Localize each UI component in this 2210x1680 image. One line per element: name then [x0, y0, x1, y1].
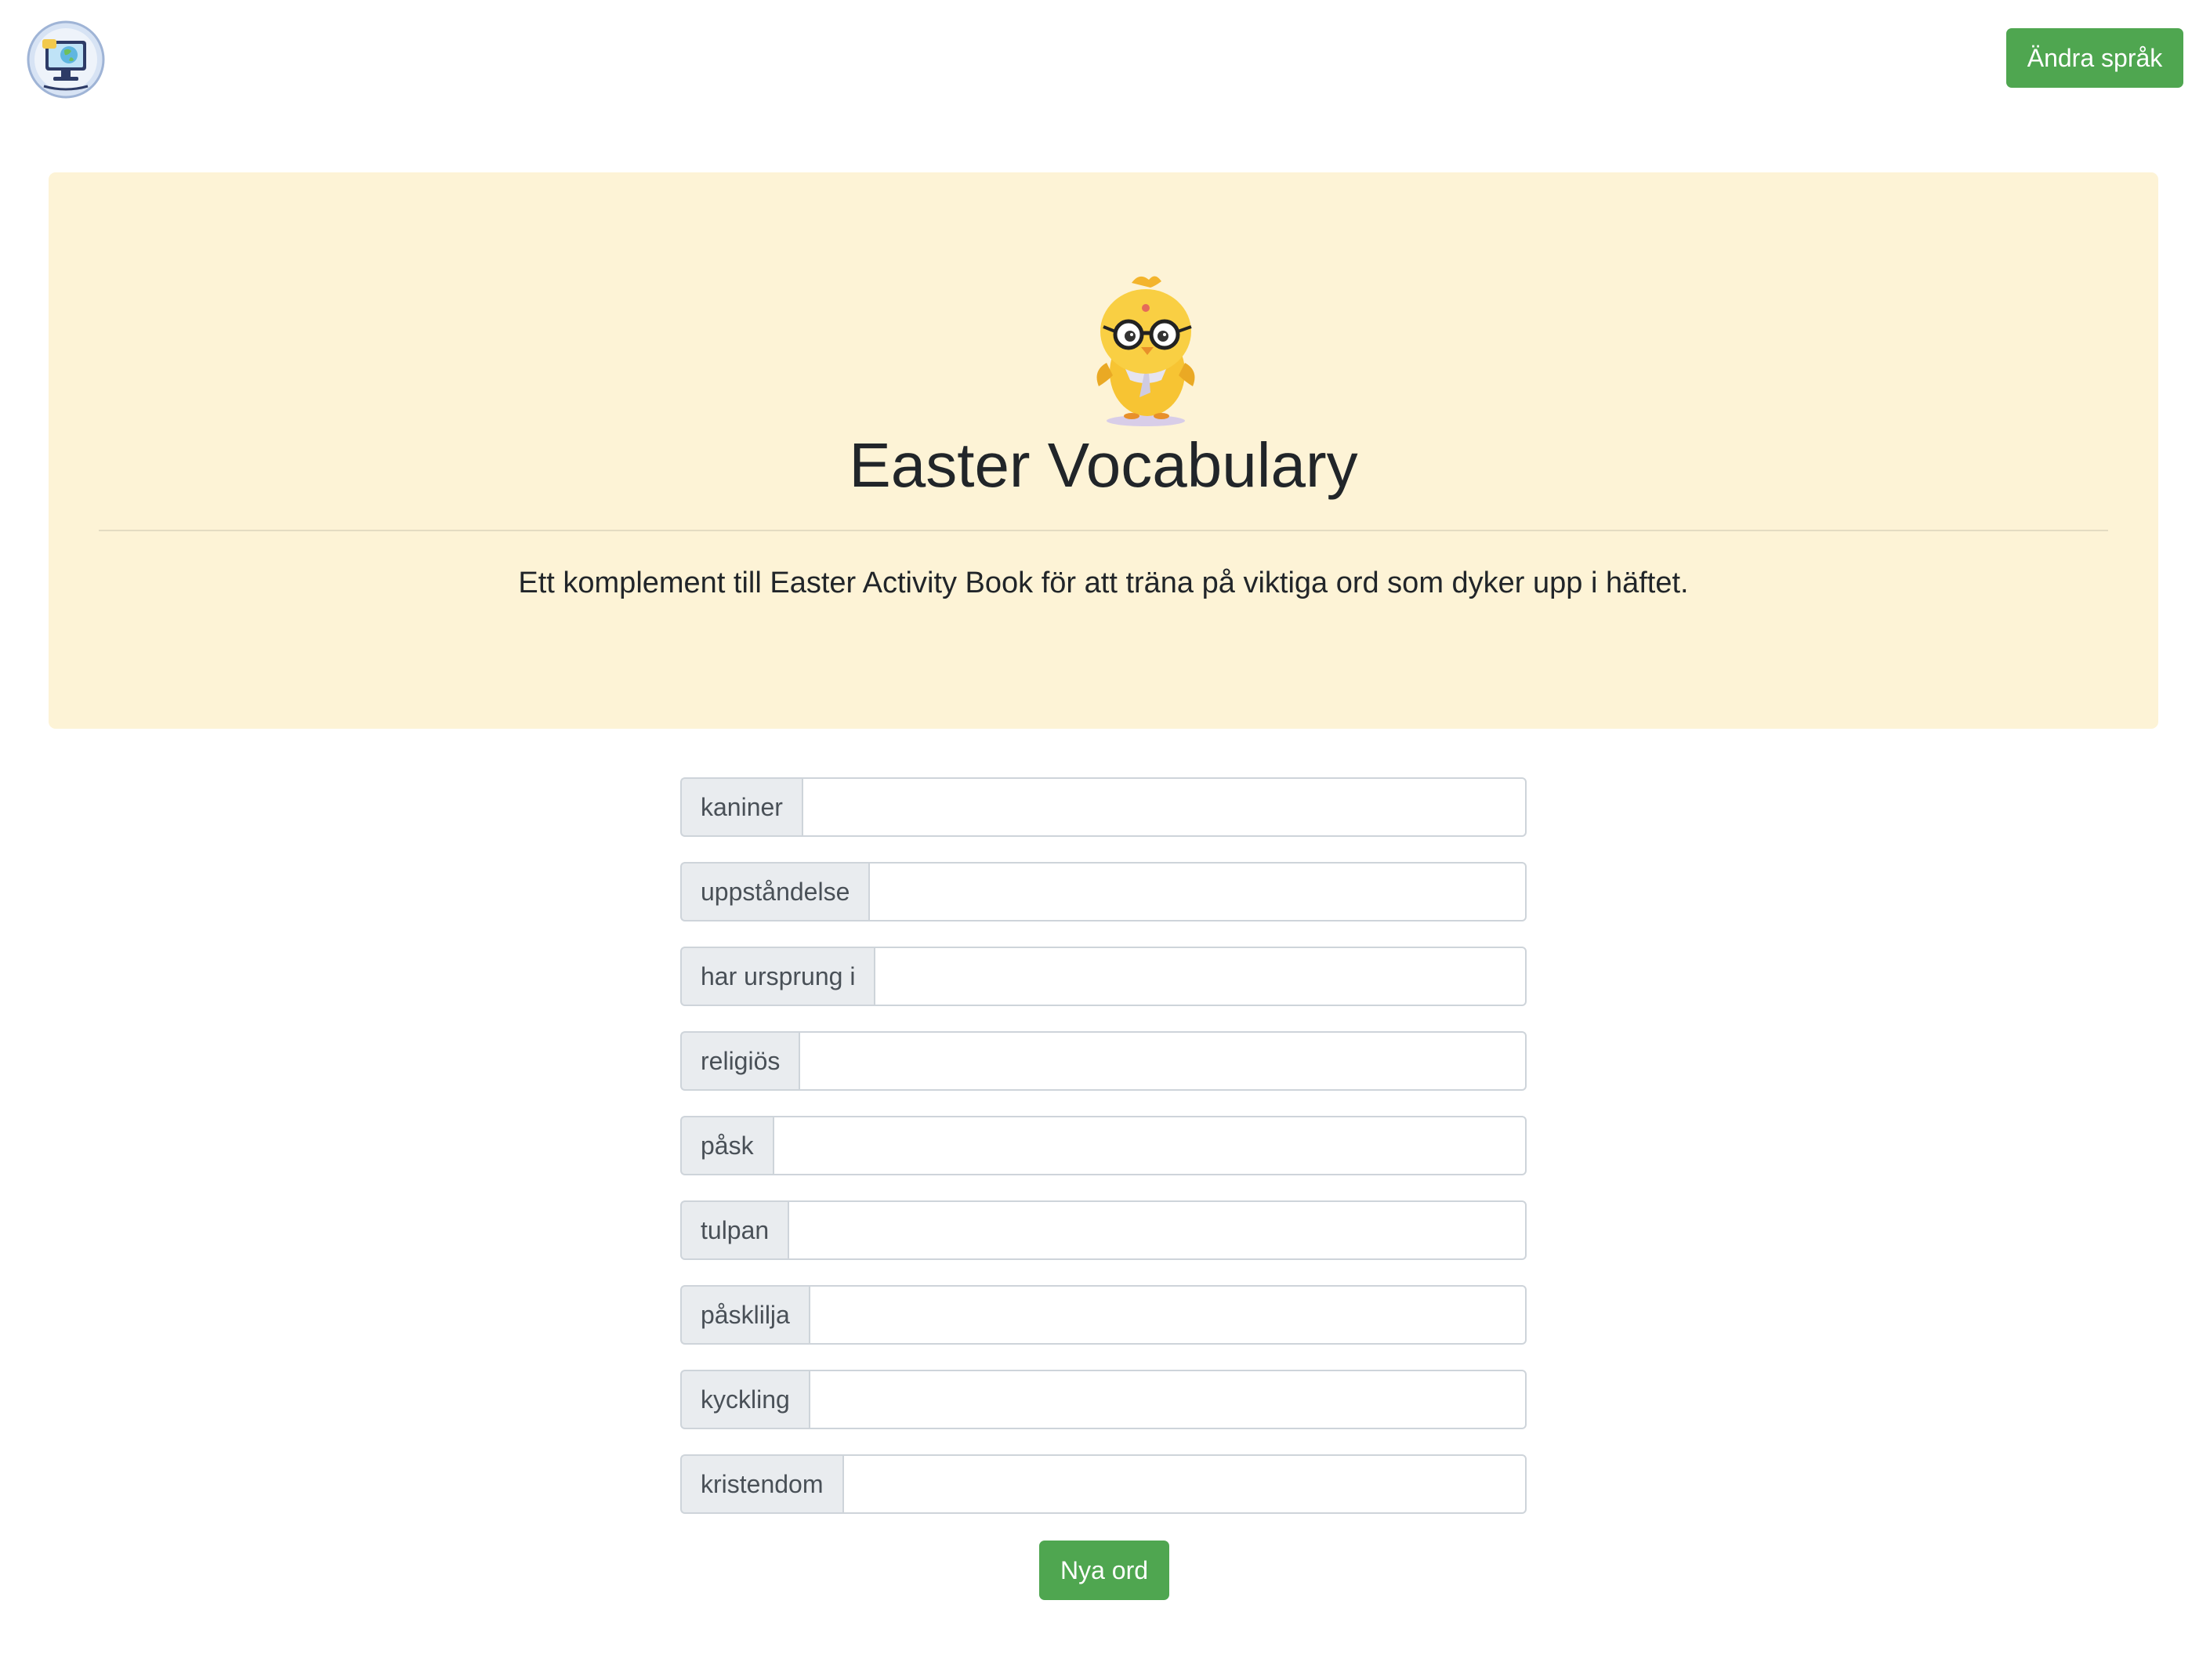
mascot-svg	[1096, 276, 1195, 426]
vocab-word-label: påsklilja	[680, 1285, 809, 1345]
vocab-row-kristendom: kristendom	[680, 1454, 1527, 1514]
vocab-word-label: påsk	[680, 1116, 773, 1175]
vocab-answer-input[interactable]	[842, 1454, 1527, 1514]
vocab-word-label: kaniner	[680, 777, 802, 837]
top-bar: Ändra språk	[0, 0, 2210, 125]
vocab-row-kaniner: kaniner	[680, 777, 1527, 837]
vocab-answer-input[interactable]	[808, 1285, 1527, 1345]
vocab-answer-input[interactable]	[808, 1370, 1527, 1429]
page-title: Easter Vocabulary	[849, 430, 1358, 500]
vocab-row-uppstandelse: uppståndelse	[680, 862, 1527, 921]
vocab-row-pask: påsk	[680, 1116, 1527, 1175]
vocab-word-label: kyckling	[680, 1370, 809, 1429]
vocab-row-kyckling: kyckling	[680, 1370, 1527, 1429]
globe-computer-logo-icon[interactable]	[27, 20, 105, 99]
vocab-answer-input[interactable]	[874, 947, 1527, 1006]
vocab-word-label: religiös	[680, 1031, 799, 1091]
hero-banner: Easter Vocabulary Ett komplement till Ea…	[49, 172, 2158, 729]
vocab-answer-input[interactable]	[788, 1200, 1527, 1260]
vocabulary-form: kaniner uppståndelse har ursprung i reli…	[680, 777, 1527, 1539]
vocab-word-label: tulpan	[680, 1200, 788, 1260]
chick-with-glasses-icon	[1083, 270, 1208, 427]
vocab-row-pasklilja: påsklilja	[680, 1285, 1527, 1345]
change-language-button[interactable]: Ändra språk	[2006, 28, 2183, 88]
vocab-answer-input[interactable]	[868, 862, 1527, 921]
logo-svg	[27, 20, 105, 99]
vocab-row-religios: religiös	[680, 1031, 1527, 1091]
vocab-word-label: kristendom	[680, 1454, 842, 1514]
vocab-answer-input[interactable]	[799, 1031, 1527, 1091]
vocab-row-har-ursprung-i: har ursprung i	[680, 947, 1527, 1006]
vocab-word-label: uppståndelse	[680, 862, 869, 921]
hero-description: Ett komplement till Easter Activity Book…	[518, 567, 1689, 599]
vocab-answer-input[interactable]	[801, 777, 1527, 837]
vocab-word-label: har ursprung i	[680, 947, 875, 1006]
hero-divider	[99, 530, 2108, 531]
vocab-answer-input[interactable]	[772, 1116, 1527, 1175]
vocab-row-tulpan: tulpan	[680, 1200, 1527, 1260]
new-words-button[interactable]: Nya ord	[1039, 1541, 1169, 1600]
